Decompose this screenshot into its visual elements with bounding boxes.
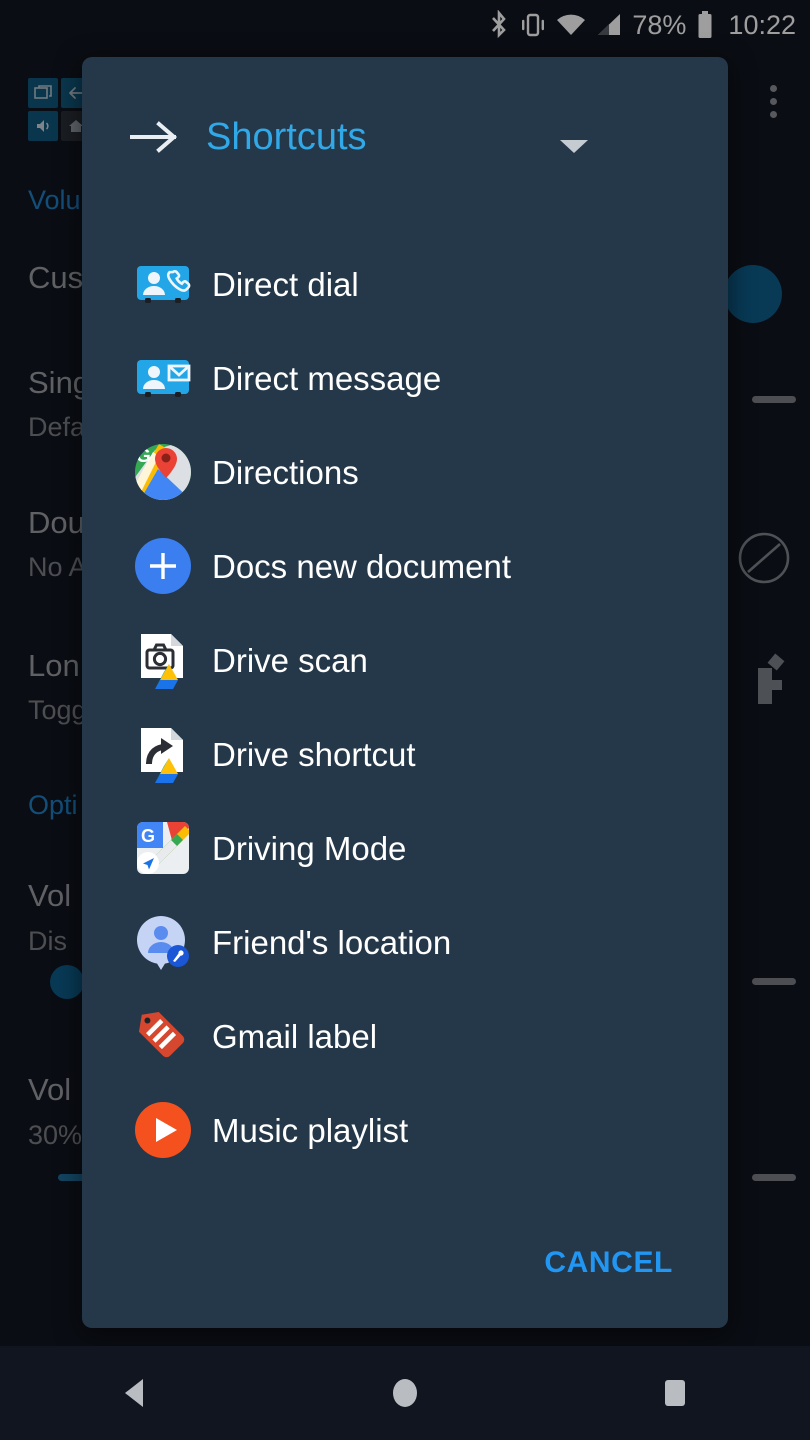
shortcuts-list: Direct dial Direct message G Directions …: [82, 237, 728, 1177]
list-item-label: Drive shortcut: [212, 735, 416, 773]
dialog-title: Shortcuts: [206, 115, 367, 158]
list-item-label: Docs new document: [212, 547, 511, 585]
list-item-label: Direct message: [212, 359, 442, 397]
nav-home-icon[interactable]: [345, 1346, 465, 1440]
nav-back-icon[interactable]: [75, 1346, 195, 1440]
nav-recents-icon[interactable]: [615, 1346, 735, 1440]
dialog-header: Shortcuts: [82, 57, 728, 217]
contacts-phone-icon: [132, 253, 194, 315]
svg-text:G: G: [141, 826, 155, 846]
music-play-icon: [132, 1099, 194, 1161]
chevron-down-icon[interactable]: [557, 135, 591, 162]
list-item-label: Music playlist: [212, 1111, 409, 1149]
friend-location-icon: [132, 911, 194, 973]
list-item[interactable]: Direct dial: [82, 237, 728, 331]
list-item-label: Drive scan: [212, 641, 368, 679]
list-item[interactable]: Drive shortcut: [82, 707, 728, 801]
arrow-right-icon[interactable]: [128, 117, 180, 157]
driving-mode-icon: G: [132, 817, 194, 879]
list-item[interactable]: Direct message: [82, 331, 728, 425]
list-item-label: Friend's location: [212, 923, 452, 961]
list-item[interactable]: Drive scan: [82, 613, 728, 707]
android-navigation-bar: [0, 1346, 810, 1440]
plus-circle-icon: [132, 535, 194, 597]
dialog-actions: CANCEL: [82, 1198, 728, 1328]
svg-text:G: G: [136, 446, 151, 467]
list-item[interactable]: G Directions: [82, 425, 728, 519]
cancel-button[interactable]: CANCEL: [534, 1234, 683, 1292]
list-item[interactable]: Friend's location: [82, 895, 728, 989]
list-item[interactable]: G Driving Mode: [82, 801, 728, 895]
shortcuts-dialog: Shortcuts Direct dial Direct message G D…: [82, 57, 728, 1328]
gmail-label-icon: [132, 1005, 194, 1067]
list-item-label: Driving Mode: [212, 829, 407, 867]
google-maps-icon: G: [132, 441, 194, 503]
list-item-label: Gmail label: [212, 1017, 378, 1055]
list-item[interactable]: Music playlist: [82, 1083, 728, 1177]
list-item-label: Direct dial: [212, 265, 359, 303]
drive-shortcut-icon: [132, 723, 194, 785]
phone-screen: 78% 10:22 Volu Cus Sing Defa Dou No A Lo…: [0, 0, 810, 1440]
list-item-label: Directions: [212, 453, 359, 491]
drive-scan-icon: [132, 629, 194, 691]
list-item[interactable]: Docs new document: [82, 519, 728, 613]
contacts-message-icon: [132, 347, 194, 409]
list-item[interactable]: Gmail label: [82, 989, 728, 1083]
